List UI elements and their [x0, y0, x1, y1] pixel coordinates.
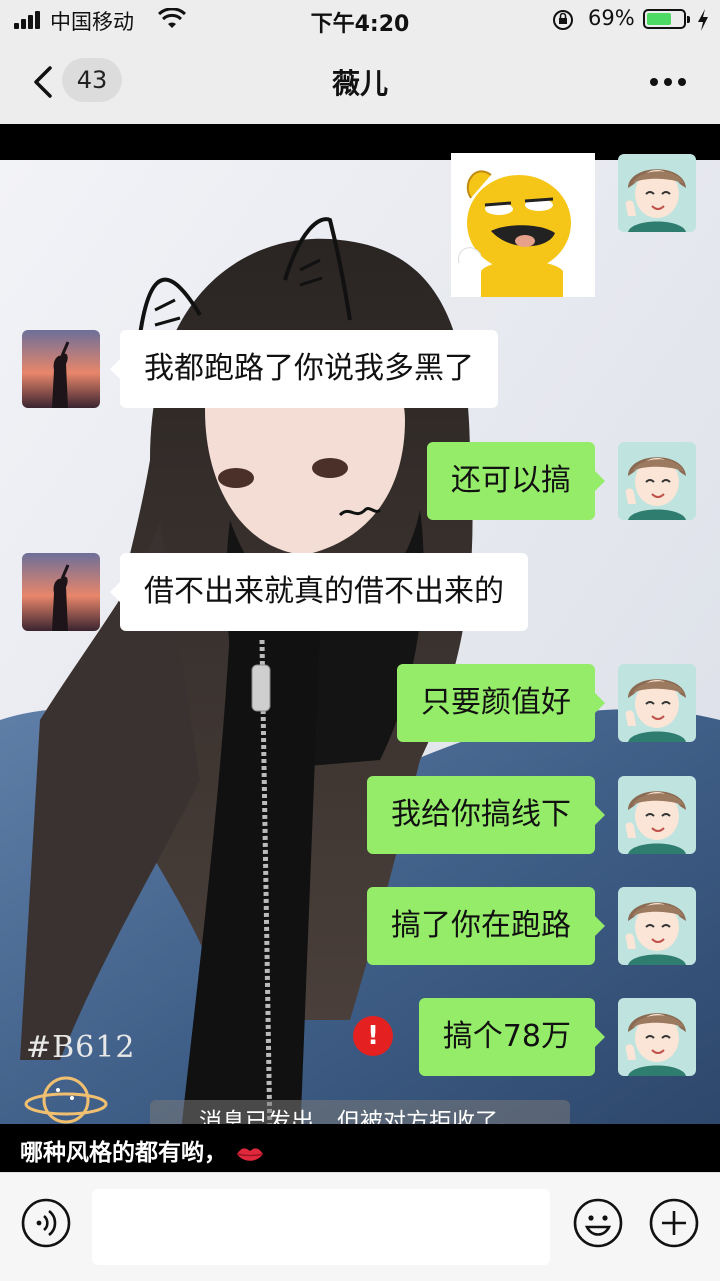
background-caption-band: 哪种风格的都有哟， — [0, 1124, 720, 1172]
more-dots-icon[interactable] — [640, 62, 696, 102]
my-avatar[interactable] — [618, 154, 696, 232]
outgoing-message-bubble[interactable]: 我给你搞线下 — [367, 776, 605, 854]
emoji-icon[interactable] — [572, 1197, 624, 1249]
incoming-message-bubble[interactable]: 借不出来就真的借不出来的 — [110, 553, 528, 631]
incoming-message-bubble[interactable]: 我都跑路了你说我多黑了 — [110, 330, 498, 408]
background-caption: 哪种风格的都有哟， — [20, 1133, 265, 1167]
chat-header: 43 薇儿 — [0, 40, 720, 124]
voice-icon[interactable] — [20, 1197, 72, 1249]
status-bar: 中国移动 下午4:20 69% — [0, 0, 720, 40]
outgoing-message-bubble[interactable]: 搞个78万 — [418, 998, 606, 1076]
my-avatar[interactable] — [618, 776, 696, 854]
rotation-lock-icon — [553, 10, 573, 30]
sticker-message[interactable] — [451, 153, 595, 297]
message-input[interactable] — [92, 1189, 550, 1265]
send-failed-icon[interactable]: ! — [353, 1016, 393, 1056]
outgoing-message-bubble[interactable]: 只要颜值好 — [397, 664, 605, 742]
background-top-band — [0, 124, 720, 160]
charging-icon — [698, 9, 708, 31]
lips-icon — [236, 1147, 264, 1161]
my-avatar[interactable] — [618, 664, 696, 742]
battery-percent: 69% — [588, 6, 635, 30]
background-watermark: #B612 — [26, 1030, 136, 1065]
battery-icon — [643, 9, 690, 29]
my-avatar[interactable] — [618, 998, 696, 1076]
contact-avatar[interactable] — [22, 553, 100, 631]
plus-icon[interactable] — [648, 1197, 700, 1249]
outgoing-message-bubble[interactable]: 还可以搞 — [427, 442, 605, 520]
my-avatar[interactable] — [618, 887, 696, 965]
chat-title: 薇儿 — [331, 67, 388, 100]
input-bar — [0, 1172, 720, 1281]
outgoing-message-bubble[interactable]: 搞了你在跑路 — [367, 887, 605, 965]
yellow-duck-sticker — [457, 170, 571, 297]
contact-avatar[interactable] — [22, 330, 100, 408]
my-avatar[interactable] — [618, 442, 696, 520]
